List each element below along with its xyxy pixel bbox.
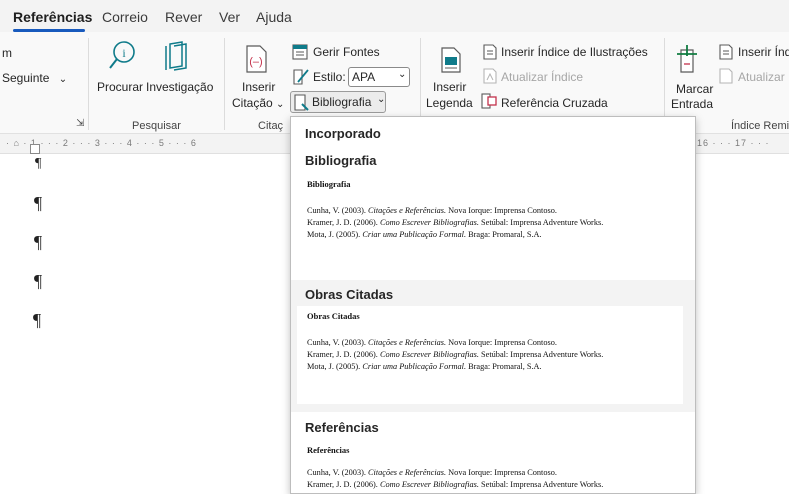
gallery-item-referencias[interactable]: Referências Referências Cunha, V. (2003)…: [291, 412, 695, 493]
inserir-citacao-button[interactable]: Citação ⌄: [232, 96, 284, 110]
ribbon-tab-bar: Referências Correio Rever Ver Ajuda: [0, 0, 789, 32]
preview-entry: Cunha, V. (2003). Citações e Referências…: [307, 206, 557, 215]
estilo-value: APA: [352, 70, 376, 84]
search-icon[interactable]: i: [108, 40, 138, 75]
preview-card: Obras Citadas Cunha, V. (2003). Citações…: [297, 306, 683, 404]
preview-entry: Cunha, V. (2003). Citações e Referências…: [307, 468, 557, 477]
tab-rever[interactable]: Rever: [165, 9, 202, 25]
paragraph-mark: ¶: [35, 156, 42, 171]
paragraph-mark: ¶: [34, 232, 43, 252]
seguinte-label: Seguinte: [2, 71, 50, 85]
group-label-pesquisar: Pesquisar: [132, 120, 181, 132]
chevron-down-icon: ⌄: [377, 94, 386, 105]
chevron-down-icon: ⌄: [398, 69, 407, 80]
bibliography-icon: [293, 94, 311, 115]
inserir-indice-ilustracoes-button[interactable]: Inserir Índice de Ilustrações: [501, 45, 648, 59]
tab-correio[interactable]: Correio: [102, 9, 148, 25]
atualizar-indice-button[interactable]: Atualizar Índice: [501, 70, 583, 84]
procurar-button[interactable]: Procurar: [97, 80, 143, 94]
gallery-item-title: Obras Citadas: [305, 287, 394, 302]
group-separator: [224, 38, 225, 130]
investigacao-button[interactable]: Investigação: [146, 80, 213, 94]
preview-heading: Referências: [307, 445, 350, 455]
marcar-entrada-button[interactable]: Entrada: [671, 97, 713, 111]
paragraph-mark: ¶: [33, 310, 42, 330]
group-label-citacoes: Citaç: [258, 120, 284, 132]
gallery-item-obras-citadas[interactable]: Obras Citadas Obras Citadas Cunha, V. (2…: [291, 280, 695, 412]
inserir-legenda-button[interactable]: Legenda: [426, 96, 473, 110]
preview-entry: Cunha, V. (2003). Citações e Referências…: [307, 338, 557, 347]
paragraph-mark: ¶: [34, 271, 43, 291]
group-separator: [88, 38, 89, 130]
gallery-item-title: Bibliografia: [305, 153, 377, 168]
preview-heading: Obras Citadas: [307, 311, 360, 321]
seguinte-button[interactable]: Seguinte ⌄: [2, 71, 67, 85]
svg-text:i: i: [122, 46, 126, 60]
insert-citation-icon[interactable]: (–): [245, 44, 269, 77]
investigacao-icon[interactable]: [164, 40, 192, 75]
preview-entry: Mota, J. (2005). Criar uma Publicação Fo…: [307, 230, 542, 239]
svg-text:(–): (–): [249, 56, 262, 68]
bibliografia-label: Bibliografia: [312, 95, 372, 109]
inserir-indice-button[interactable]: Inserir Índ: [738, 45, 789, 59]
partial-button-label[interactable]: m: [2, 46, 12, 60]
marcar-entrada-line1[interactable]: Marcar: [676, 82, 713, 96]
insert-table-of-figures-icon: [483, 44, 497, 63]
group-expand-icon[interactable]: ⇲: [76, 118, 84, 129]
gallery-item-title: Referências: [305, 420, 379, 435]
tab-referencias[interactable]: Referências: [13, 9, 92, 25]
gallery-category-header: Incorporado: [305, 126, 381, 141]
preview-heading: Bibliografia: [307, 179, 351, 189]
cross-reference-icon: [481, 93, 497, 112]
chevron-down-icon: ⌄: [276, 99, 285, 110]
inserir-legenda-line1[interactable]: Inserir: [433, 80, 466, 94]
insert-caption-icon[interactable]: [440, 46, 462, 77]
update-index-icon: [719, 68, 733, 87]
insert-index-icon: [719, 44, 733, 63]
bibliografia-button[interactable]: Bibliografia ⌄: [290, 91, 386, 113]
group-label-indice-remissivo: Índice Remis: [731, 120, 789, 132]
preview-entry: Mota, J. (2005). Criar uma Publicação Fo…: [307, 362, 542, 371]
tab-ajuda[interactable]: Ajuda: [256, 9, 292, 25]
inserir-citacao-line2: Citação: [232, 96, 273, 110]
chevron-down-icon: ⌄: [58, 74, 68, 85]
ruler-scale-right: 16 · · · 17 · · ·: [697, 138, 770, 148]
update-table-icon: [483, 68, 497, 87]
bibliography-gallery-dropdown: Incorporado Bibliografia Bibliografia Cu…: [290, 116, 696, 494]
paragraph-mark: ¶: [34, 193, 43, 213]
preview-entry: Kramer, J. D. (2006). Como Escrever Bibl…: [307, 218, 604, 227]
gerir-fontes-button[interactable]: Gerir Fontes: [313, 45, 380, 59]
manage-sources-icon: [292, 44, 308, 63]
style-icon: [292, 68, 310, 89]
estilo-label: Estilo:: [313, 70, 346, 84]
tab-ver[interactable]: Ver: [219, 9, 240, 25]
atualizar-indice-remissivo-button[interactable]: Atualizar: [738, 70, 785, 84]
preview-entry: Kramer, J. D. (2006). Como Escrever Bibl…: [307, 350, 604, 359]
referencia-cruzada-button[interactable]: Referência Cruzada: [501, 96, 608, 110]
gallery-item-bibliografia[interactable]: Bibliografia Bibliografia Cunha, V. (200…: [291, 147, 695, 280]
inserir-citacao-line1[interactable]: Inserir: [242, 80, 275, 94]
mark-entry-icon[interactable]: [675, 44, 701, 77]
indent-marker-icon[interactable]: [30, 144, 40, 154]
estilo-select[interactable]: APA ⌄: [348, 67, 410, 87]
preview-entry: Kramer, J. D. (2006). Como Escrever Bibl…: [307, 480, 604, 489]
